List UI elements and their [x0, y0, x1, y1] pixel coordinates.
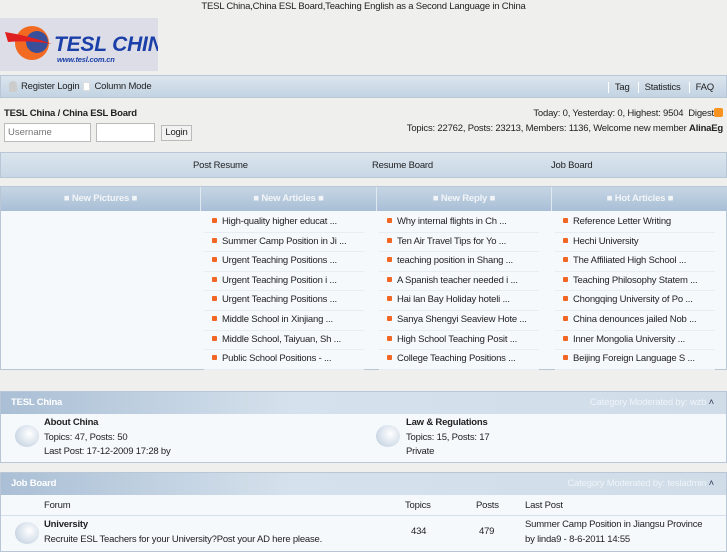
column-mode-icon	[83, 82, 91, 91]
list-item[interactable]: Hai lan Bay Holiday hoteli ...	[379, 291, 539, 311]
list-item[interactable]: Chongqing University of Po ...	[555, 291, 715, 311]
forum-status-icon	[15, 522, 39, 544]
column-header-forum: Forum	[44, 500, 71, 511]
column-header-last-post: Last Post	[525, 500, 563, 511]
list-item[interactable]: Hechi University	[555, 233, 715, 253]
list-item[interactable]: China denounces jailed Nob ...	[555, 311, 715, 331]
header-label: New Articles	[261, 193, 316, 204]
category-job-board: Job Board Category Moderated by: tesladmi…	[0, 472, 727, 552]
username-input[interactable]	[4, 123, 91, 142]
page-title: TESL China,China ESL Board,Teaching Engl…	[201, 1, 526, 12]
header-label: New Reply	[440, 193, 488, 204]
collapse-icon[interactable]: ˄	[709, 397, 715, 408]
faq-link[interactable]: FAQ	[688, 82, 714, 93]
resume-board-link[interactable]: Resume Board	[372, 160, 433, 171]
category-title[interactable]: Job Board	[11, 478, 56, 489]
forum-stats: Topics: 47, Posts: 50	[44, 432, 128, 443]
header-label: New Pictures	[71, 193, 130, 204]
forum-access: Private	[406, 446, 435, 457]
list-item[interactable]: Reference Letter Writing	[555, 213, 715, 233]
password-input[interactable]	[96, 123, 155, 142]
list-item[interactable]: Middle School in Xinjiang ...	[204, 311, 364, 331]
forum-link[interactable]: About China	[44, 417, 98, 428]
menu-bar: Post Resume Resume Board Job Board	[0, 152, 727, 178]
list-item[interactable]: A Spanish teacher needed i ...	[379, 272, 539, 292]
new-articles-list: High-quality higher educat ... Summer Cam…	[204, 213, 364, 370]
new-reply-header: ■ New Reply ■	[377, 187, 552, 211]
list-item[interactable]: teaching position in Shang ...	[379, 252, 539, 272]
new-member-link[interactable]: AlinaEg	[689, 123, 723, 134]
new-reply-list: Why internal flights in Ch ... Ten Air Tr…	[379, 213, 539, 370]
list-item[interactable]: Beijing Foreign Language S ...	[555, 350, 715, 370]
list-item[interactable]: Public School Positions - ...	[204, 350, 364, 370]
rss-icon[interactable]	[714, 108, 723, 117]
list-item[interactable]: Inner Mongolia University ...	[555, 331, 715, 351]
list-item[interactable]: College Teaching Positions ...	[379, 350, 539, 370]
job-board-link[interactable]: Job Board	[551, 160, 593, 171]
moderator-text: Category Moderated by: tesladmin	[567, 478, 707, 489]
list-item[interactable]: Ten Air Travel Tips for Yo ...	[379, 233, 539, 253]
forum-status-icon	[15, 425, 39, 447]
top-nav: Register Login Column Mode Tag Statistic…	[0, 75, 727, 98]
login-button[interactable]: Login	[161, 125, 192, 141]
list-item[interactable]: Why internal flights in Ch ...	[379, 213, 539, 233]
list-item[interactable]: Summer Camp Position in Ji ...	[204, 233, 364, 253]
list-item[interactable]: Middle School, Taiyuan, Sh ...	[204, 331, 364, 351]
user-icon	[9, 81, 17, 92]
forum-link[interactable]: Law & Regulations	[406, 417, 488, 428]
register-login-link[interactable]: Register Login	[21, 81, 80, 92]
forum-status-icon	[376, 425, 400, 447]
new-articles-header: ■ New Articles ■	[201, 187, 377, 211]
list-item[interactable]: The Affiliated High School ...	[555, 252, 715, 272]
board-stats-text: Topics: 22762, Posts: 23213, Members: 11…	[406, 123, 690, 134]
visit-stats: Today: 0, Yesterday: 0, Highest: 9504 Di…	[533, 108, 723, 119]
last-post-by: by linda9 - 8-6-2011 14:55	[525, 534, 631, 545]
forum-stats: Topics: 15, Posts: 17	[406, 432, 490, 443]
forum-description: Recruite ESL Teachers for your Universit…	[44, 534, 323, 545]
portal-panel: ■ New Pictures ■ ■ New Articles ■ ■ New …	[0, 186, 727, 370]
site-logo[interactable]: TESL CHINA www.tesl.com.cn	[0, 18, 158, 71]
list-item[interactable]: Urgent Teaching Positions ...	[204, 291, 364, 311]
last-post-link[interactable]: Summer Camp Position in Jiangsu Province	[525, 519, 703, 530]
moderator-text: Category Moderated by: wzb	[589, 397, 707, 408]
new-pictures-header: ■ New Pictures ■	[1, 187, 201, 211]
column-header-posts: Posts	[476, 500, 499, 511]
digest-link[interactable]: Digest	[688, 108, 714, 119]
svg-text:TESL CHINA: TESL CHINA	[54, 33, 158, 56]
post-resume-link[interactable]: Post Resume	[193, 160, 248, 171]
breadcrumb[interactable]: TESL China / China ESL Board	[4, 108, 137, 119]
column-mode-link[interactable]: Column Mode	[94, 81, 151, 92]
header-label: Hot Articles	[614, 193, 666, 204]
board-stats: Topics: 22762, Posts: 23213, Members: 11…	[407, 123, 723, 134]
posts-count: 479	[479, 526, 495, 537]
collapse-icon[interactable]: ˄	[709, 478, 715, 489]
visit-stats-text: Today: 0, Yesterday: 0, Highest: 9504	[533, 108, 684, 119]
list-item[interactable]: Urgent Teaching Positions ...	[204, 252, 364, 272]
hot-articles-header: ■ Hot Articles ■	[552, 187, 727, 211]
statistics-link[interactable]: Statistics	[637, 82, 681, 93]
category-title[interactable]: TESL China	[11, 397, 62, 408]
list-item[interactable]: High-quality higher educat ...	[204, 213, 364, 233]
list-item[interactable]: Teaching Philosophy Statem ...	[555, 272, 715, 292]
list-item[interactable]: Urgent Teaching Position i ...	[204, 272, 364, 292]
hot-articles-list: Reference Letter Writing Hechi University…	[555, 213, 715, 370]
forum-last-post: Last Post: 17-12-2009 17:28 by	[44, 446, 171, 457]
list-item[interactable]: Sanya Shengyi Seaview Hote ...	[379, 311, 539, 331]
topics-count: 434	[411, 526, 427, 537]
column-header-topics: Topics	[405, 500, 431, 511]
category-tesl-china: TESL China Category Moderated by: wzb ˄ A…	[0, 391, 727, 463]
tag-link[interactable]: Tag	[607, 82, 630, 93]
forum-link[interactable]: University	[44, 519, 88, 530]
svg-text:www.tesl.com.cn: www.tesl.com.cn	[57, 55, 115, 64]
list-item[interactable]: High School Teaching Posit ...	[379, 331, 539, 351]
